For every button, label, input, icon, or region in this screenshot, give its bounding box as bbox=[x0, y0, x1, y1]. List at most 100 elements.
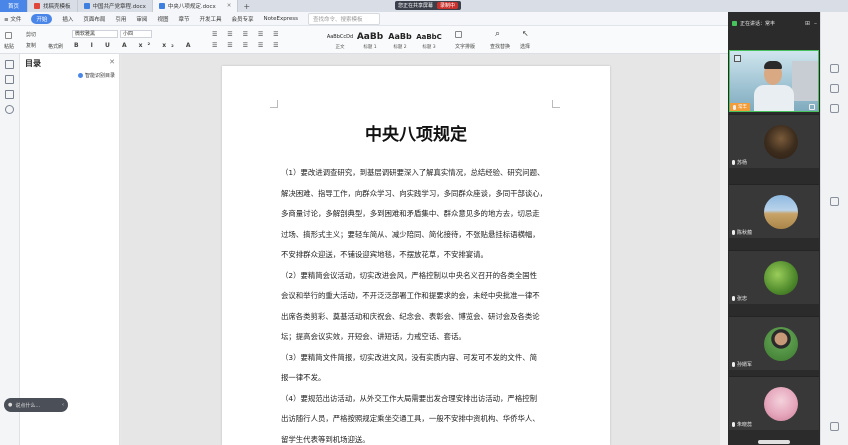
text-layout-button[interactable]: 文字排版 bbox=[455, 43, 475, 50]
folder-icon[interactable] bbox=[5, 75, 14, 84]
mic-icon bbox=[732, 362, 735, 367]
body-line: 出席各类剪彩、奠基活动和庆祝会、纪念会、表彰会、博览会、研讨会及各类论 bbox=[281, 311, 540, 321]
video-shelf bbox=[792, 61, 818, 101]
tool-icon[interactable] bbox=[830, 104, 839, 113]
mic-icon bbox=[732, 160, 735, 165]
body-line: 出访随行人员，严格按照规定乘坐交通工具，一般不安排中资机构、华侨华人、 bbox=[281, 414, 540, 423]
left-tool-strip bbox=[0, 54, 20, 445]
style-heading-1[interactable]: AaBb 标题 1 bbox=[355, 30, 385, 52]
recording-status[interactable]: 录制中 bbox=[437, 2, 459, 9]
align-buttons[interactable]: ☰ ☰ ☰ ☰ ☰ bbox=[212, 42, 283, 49]
minimize-icon[interactable]: – bbox=[814, 20, 817, 27]
body-line: 会议和举行的重大活动，不开泛泛部署工作和提要求的会，未经中央批准一律不 bbox=[281, 291, 540, 300]
tool-icon[interactable] bbox=[830, 197, 839, 206]
vertical-scrollbar[interactable] bbox=[720, 54, 728, 445]
participant-tile[interactable]: 陈秋蕴 bbox=[729, 184, 819, 238]
active-speaker-video[interactable]: 常丰 bbox=[729, 50, 819, 112]
speaker-label: 常丰 bbox=[730, 103, 750, 111]
list-buttons[interactable]: ☰ ☰ ☰ ☰ ☰ bbox=[212, 31, 283, 38]
tab-doc-constitution-label: 中国共产党章程.docx bbox=[92, 4, 146, 10]
menu-start[interactable]: 开始 bbox=[31, 13, 53, 24]
tab-doc-eight-rules[interactable]: 中央八项规定.docx ✕ bbox=[152, 0, 239, 12]
participant-tile[interactable]: 苏杨 bbox=[729, 114, 819, 168]
tab-template[interactable]: 找稿壳模板 bbox=[28, 0, 78, 12]
body-line: 报一律不发。 bbox=[281, 373, 326, 382]
tool-icon[interactable] bbox=[830, 84, 839, 93]
style-heading-3[interactable]: AaBbC 标题 3 bbox=[414, 30, 444, 52]
collapse-icon[interactable]: ‹ bbox=[62, 402, 64, 408]
mic-icon bbox=[732, 422, 735, 427]
speaking-icon bbox=[732, 20, 737, 26]
style-heading-3-preview: AaBbC bbox=[416, 33, 442, 41]
menu-noteexpress[interactable]: NoteExpress bbox=[264, 16, 299, 22]
avatar bbox=[764, 327, 798, 361]
new-tab-button[interactable]: + bbox=[238, 2, 255, 11]
participant-tile[interactable]: 朱晓蕊 bbox=[729, 376, 819, 430]
tool-icon[interactable] bbox=[830, 64, 839, 73]
body-line: 不安排群众迎送，不铺设迎宾地毯，不摆放花草，不安排宴请。 bbox=[281, 250, 488, 259]
bold-italic-underline-buttons[interactable]: B I U A x² x₂ A bbox=[74, 42, 196, 49]
font-size-select[interactable]: 小四 bbox=[120, 30, 152, 38]
avatar bbox=[764, 125, 798, 159]
cursor-icon[interactable]: ↖ bbox=[522, 29, 529, 38]
style-heading-2-label: 标题 2 bbox=[393, 45, 407, 50]
document-title: 中央八项规定 bbox=[365, 125, 467, 145]
tab-doc-constitution[interactable]: 中国共产党章程.docx bbox=[78, 0, 153, 12]
close-icon[interactable]: ✕ bbox=[227, 3, 232, 9]
menu-review[interactable]: 审阅 bbox=[136, 15, 147, 23]
paste-button[interactable]: 粘贴 bbox=[4, 43, 14, 50]
menu-layout[interactable]: 页面布局 bbox=[83, 15, 105, 23]
chat-input[interactable]: ● 说点什么... ‹ bbox=[4, 398, 68, 412]
word-doc-icon bbox=[158, 3, 165, 9]
smart-toc-button[interactable]: 智能识别目录 bbox=[77, 72, 115, 79]
participant-name: 陈秋蕴 bbox=[737, 230, 753, 236]
style-heading-2[interactable]: AaBb 标题 2 bbox=[386, 30, 414, 52]
copy-button[interactable]: 复制 bbox=[26, 42, 36, 49]
text-layout-icon[interactable] bbox=[455, 31, 462, 40]
style-normal-preview: AaBbCcDd bbox=[326, 34, 354, 40]
body-line: 过场、搞形式主义；要轻车简从、减少陪同、简化接待，不张贴悬挂标语横幅， bbox=[281, 229, 540, 239]
select-button[interactable]: 选择 bbox=[520, 43, 530, 50]
menu-vip[interactable]: 会员专享 bbox=[231, 15, 253, 23]
menu-section[interactable]: 章节 bbox=[178, 15, 189, 23]
panel-resize-handle[interactable] bbox=[758, 440, 790, 444]
template-icon bbox=[34, 3, 40, 9]
document-page[interactable]: 中央八项规定 （1）要改进调查研究，到基层调研要深入了解真实情况，总结经验、研究… bbox=[222, 66, 610, 445]
format-painter-button[interactable]: 格式刷 bbox=[48, 43, 63, 50]
current-speaker: 正在讲话：常丰 bbox=[740, 20, 776, 27]
avatar bbox=[764, 387, 798, 421]
menu-dev[interactable]: 开发工具 bbox=[199, 15, 221, 23]
paste-icon[interactable] bbox=[5, 32, 12, 41]
share-icon[interactable] bbox=[809, 104, 815, 110]
participant-tile[interactable]: 张忠 bbox=[729, 250, 819, 304]
expand-icon[interactable] bbox=[734, 55, 741, 62]
search-icon[interactable]: ⌕ bbox=[495, 29, 500, 39]
speaker-body bbox=[754, 85, 794, 111]
menu-view[interactable]: 视图 bbox=[157, 15, 168, 23]
menu-bar: ≡ 文件 开始 插入 页面布局 引用 审阅 视图 章节 开发工具 会员专享 No… bbox=[0, 12, 728, 26]
participant-tile[interactable]: 孙婿军 bbox=[729, 316, 819, 370]
mic-icon bbox=[732, 296, 735, 301]
tool-icon[interactable] bbox=[830, 422, 839, 431]
menu-file[interactable]: ≡ 文件 bbox=[4, 15, 21, 23]
document-body[interactable]: （1）要改进调查研究，到基层调研要深入了解真实情况，总结经验、研究问题、 解决困… bbox=[281, 163, 555, 445]
style-normal[interactable]: AaBbCcDd 正文 bbox=[326, 30, 354, 52]
margin-corner bbox=[552, 100, 560, 108]
menu-insert[interactable]: 插入 bbox=[62, 15, 73, 23]
command-search-input[interactable]: 查找命令、搜索模板 bbox=[308, 12, 380, 25]
bookmark-icon[interactable] bbox=[5, 90, 14, 99]
cut-button[interactable]: 剪切 bbox=[26, 31, 36, 38]
tab-home[interactable]: 首页 bbox=[0, 0, 28, 12]
smart-toc-label: 智能识别目录 bbox=[84, 73, 115, 79]
chat-icon: ● bbox=[8, 402, 13, 408]
outline-icon[interactable] bbox=[5, 60, 14, 69]
participant-name: 孙婿军 bbox=[737, 362, 753, 368]
menu-reference[interactable]: 引用 bbox=[115, 15, 126, 23]
search-icon[interactable] bbox=[5, 105, 14, 114]
pin-icon[interactable]: ⊞ bbox=[805, 20, 810, 27]
find-replace-button[interactable]: 查找替换 bbox=[490, 43, 510, 50]
mic-icon bbox=[732, 230, 735, 235]
font-name-select[interactable]: 微软雅黑 bbox=[72, 30, 118, 38]
close-icon[interactable]: ✕ bbox=[109, 58, 115, 66]
screen-share-badge[interactable]: 您正在共享屏幕 录制中 bbox=[395, 1, 462, 10]
